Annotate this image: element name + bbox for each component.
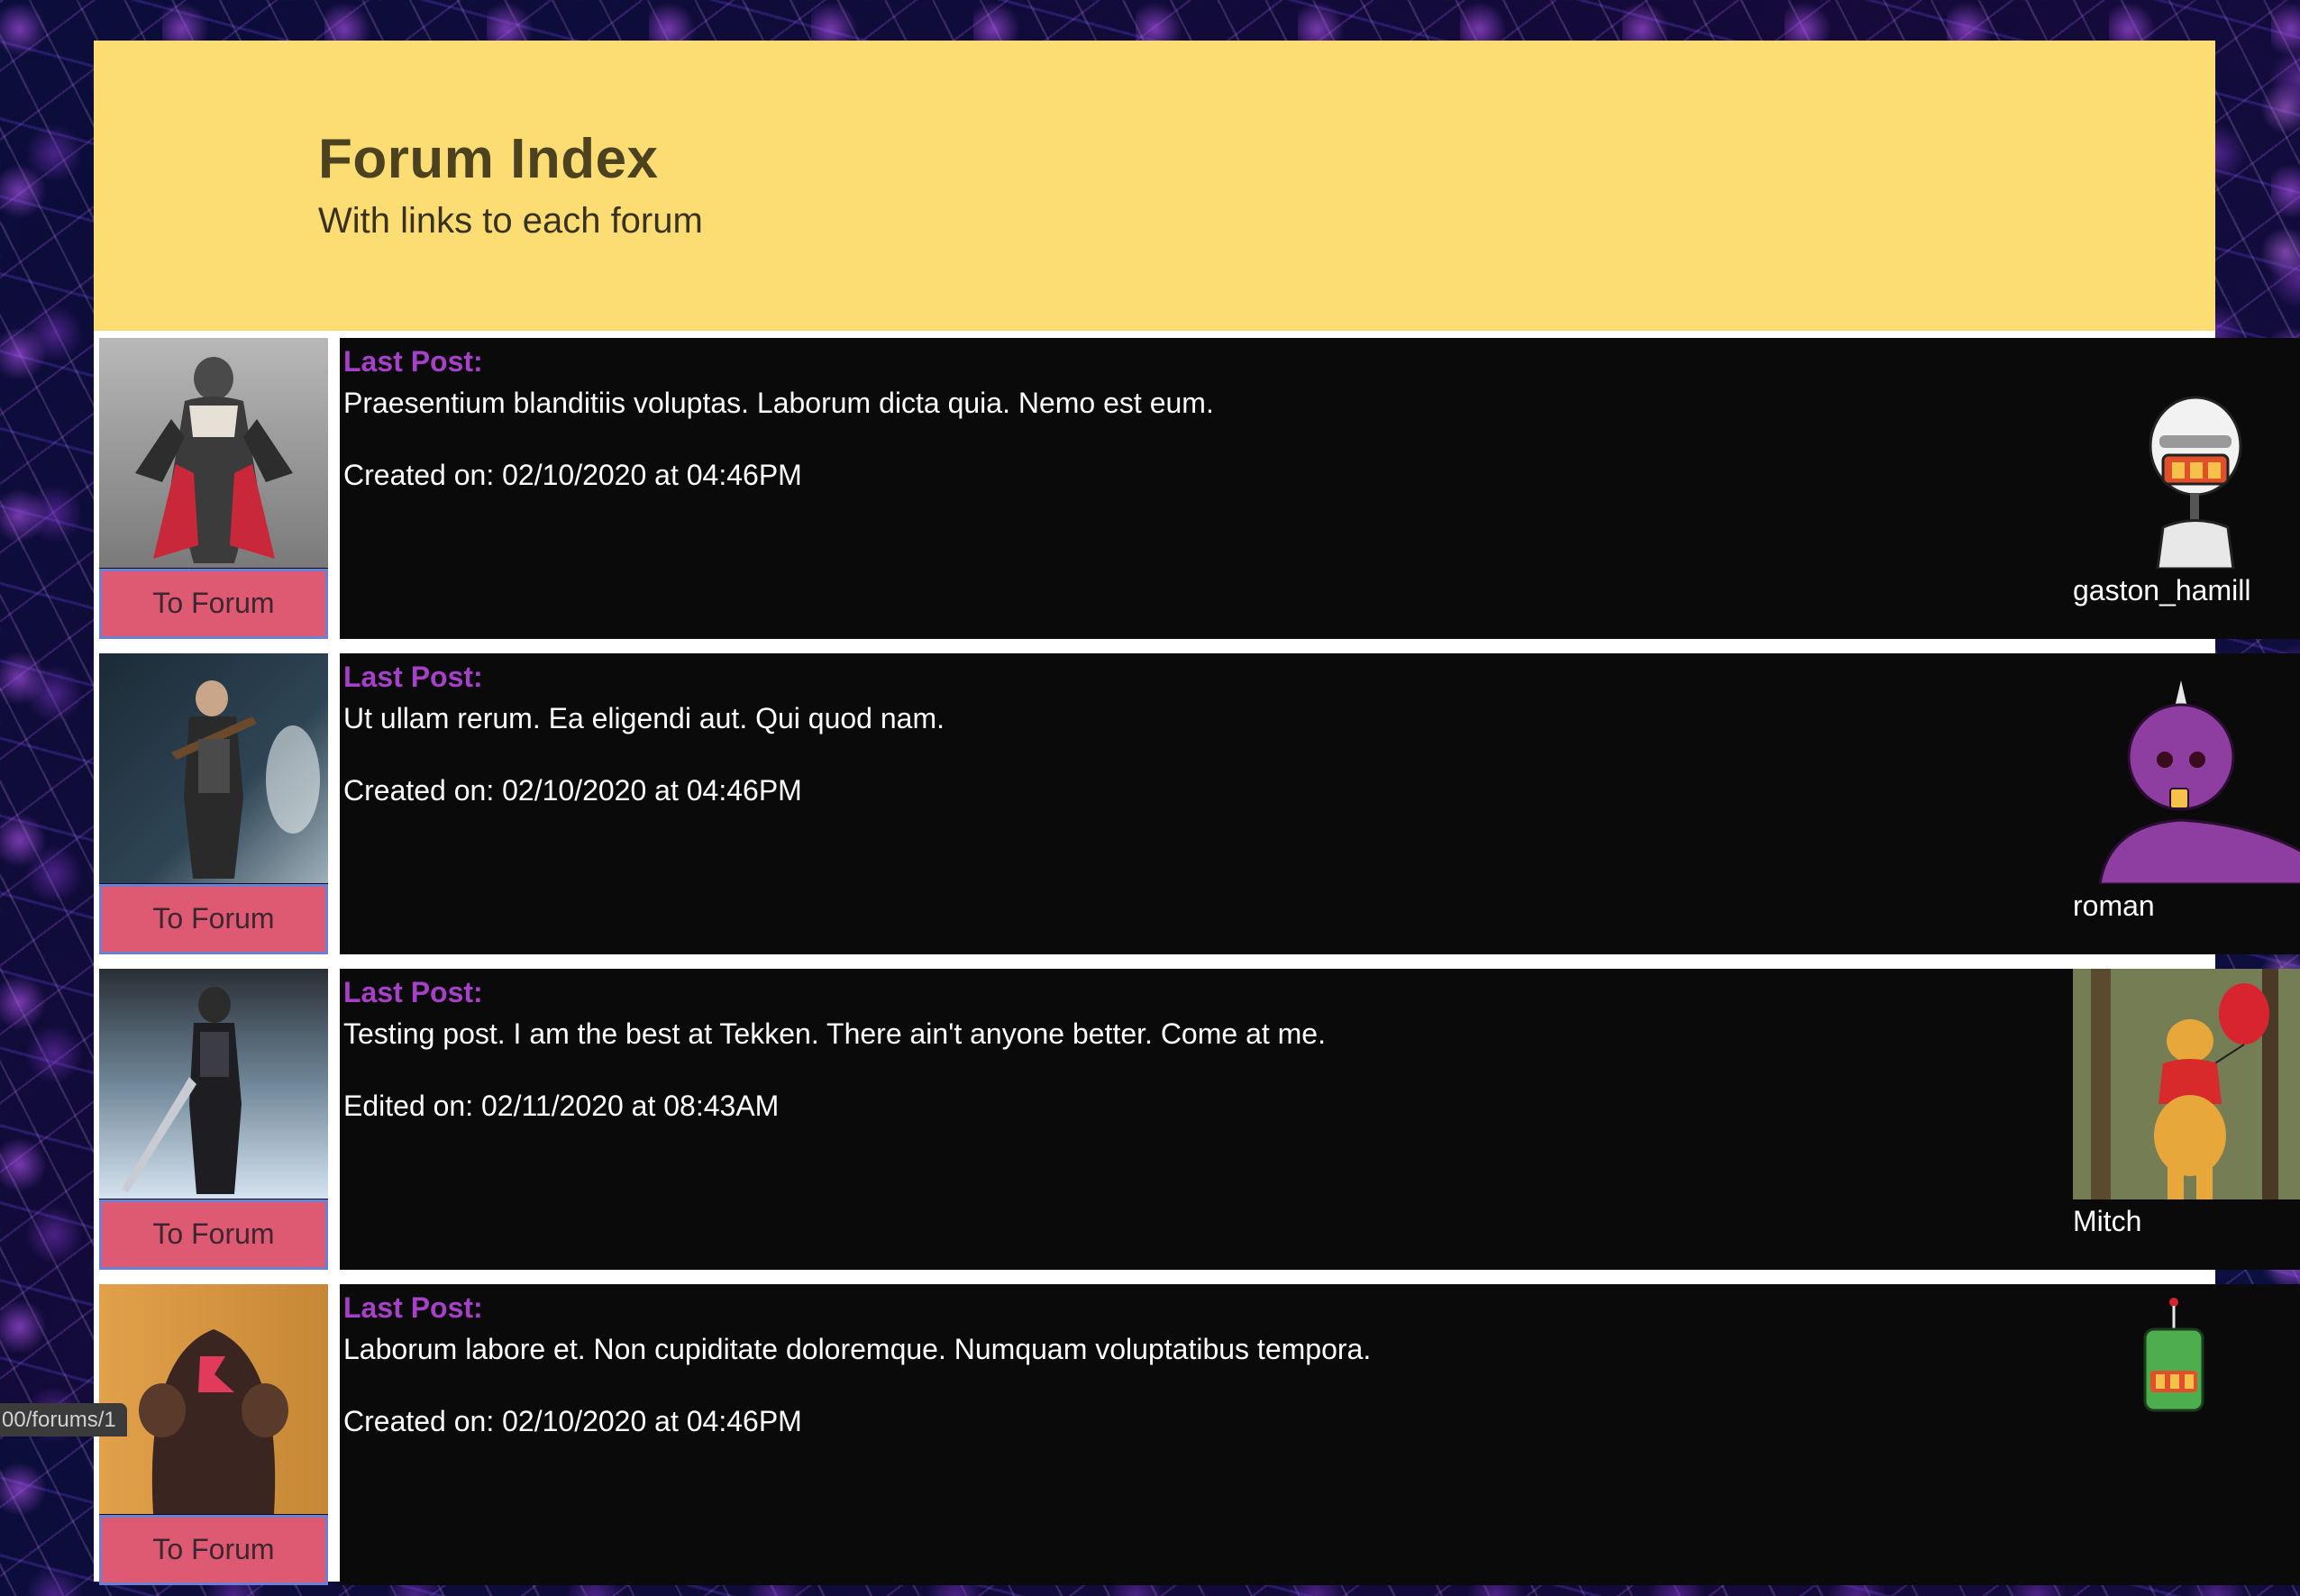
fighter-thumbnail-image: [99, 1284, 328, 1514]
forum-row: To Forum Last Post: Laborum labore et. N…: [94, 1281, 2300, 1585]
user-cell: roman: [2073, 653, 2300, 954]
username[interactable]: Mitch: [2073, 1205, 2141, 1238]
fighter-thumbnail-image: [99, 653, 328, 883]
last-post-label: Last Post:: [343, 976, 483, 1008]
link-status-bar: 00/forums/1: [0, 1403, 127, 1436]
page-container: Forum Index With links to each forum To …: [94, 41, 2300, 1585]
forum-thumbnail-cell: To Forum: [99, 653, 328, 954]
forum-row: To Forum Last Post: Praesentium blanditi…: [94, 334, 2300, 639]
green-robot-avatar-icon: [2073, 1284, 2300, 1515]
last-post-text: Ut ullam rerum. Ea eligendi aut. Qui quo…: [343, 702, 945, 734]
purple-robot-avatar-icon: [2073, 653, 2300, 884]
forum-list: To Forum Last Post: Praesentium blanditi…: [94, 334, 2300, 1596]
to-forum-button[interactable]: To Forum: [99, 1199, 328, 1270]
forum-row: To Forum Last Post: Testing post. I am t…: [94, 965, 2300, 1270]
to-forum-button[interactable]: To Forum: [99, 1515, 328, 1585]
post-date: Created on: 02/10/2020 at 04:46PM: [343, 774, 802, 807]
forum-row: To Forum Last Post: Ut ullam rerum. Ea e…: [94, 650, 2300, 954]
post-date: Created on: 02/10/2020 at 04:46PM: [343, 459, 802, 491]
last-post-cell: Last Post: Testing post. I am the best a…: [340, 969, 2207, 1270]
user-cell: gaston_hamill: [2073, 338, 2300, 639]
forum-thumbnail-cell: To Forum: [99, 1284, 328, 1585]
white-robot-avatar-icon: [2073, 338, 2300, 569]
post-date: Created on: 02/10/2020 at 04:46PM: [343, 1405, 802, 1437]
forum-thumbnail-cell: To Forum: [99, 338, 328, 639]
username[interactable]: roman: [2073, 889, 2155, 923]
last-post-text: Praesentium blanditiis voluptas. Laborum…: [343, 387, 1214, 419]
to-forum-button[interactable]: To Forum: [99, 884, 328, 954]
page-title: Forum Index: [318, 128, 659, 190]
user-cell: [2073, 1284, 2300, 1585]
fighter-thumbnail-image: [99, 338, 328, 568]
last-post-label: Last Post:: [343, 345, 483, 378]
forum-thumbnail-cell: To Forum: [99, 969, 328, 1270]
last-post-text: Testing post. I am the best at Tekken. T…: [343, 1017, 1326, 1050]
username[interactable]: gaston_hamill: [2073, 574, 2250, 607]
last-post-label: Last Post:: [343, 1291, 483, 1324]
last-post-cell: Last Post: Laborum labore et. Non cupidi…: [340, 1284, 2207, 1585]
post-date: Edited on: 02/11/2020 at 08:43AM: [343, 1090, 780, 1122]
last-post-cell: Last Post: Ut ullam rerum. Ea eligendi a…: [340, 653, 2207, 954]
to-forum-button[interactable]: To Forum: [99, 569, 328, 639]
bear-with-balloon-avatar-icon: [2073, 969, 2300, 1199]
user-cell: Mitch: [2073, 969, 2300, 1270]
last-post-label: Last Post:: [343, 661, 483, 693]
page-subtitle: With links to each forum: [318, 201, 703, 241]
last-post-text: Laborum labore et. Non cupiditate dolore…: [343, 1333, 1372, 1365]
last-post-cell: Last Post: Praesentium blanditiis volupt…: [340, 338, 2207, 639]
page-header: Forum Index With links to each forum: [94, 41, 2215, 331]
fighter-thumbnail-image: [99, 969, 328, 1199]
